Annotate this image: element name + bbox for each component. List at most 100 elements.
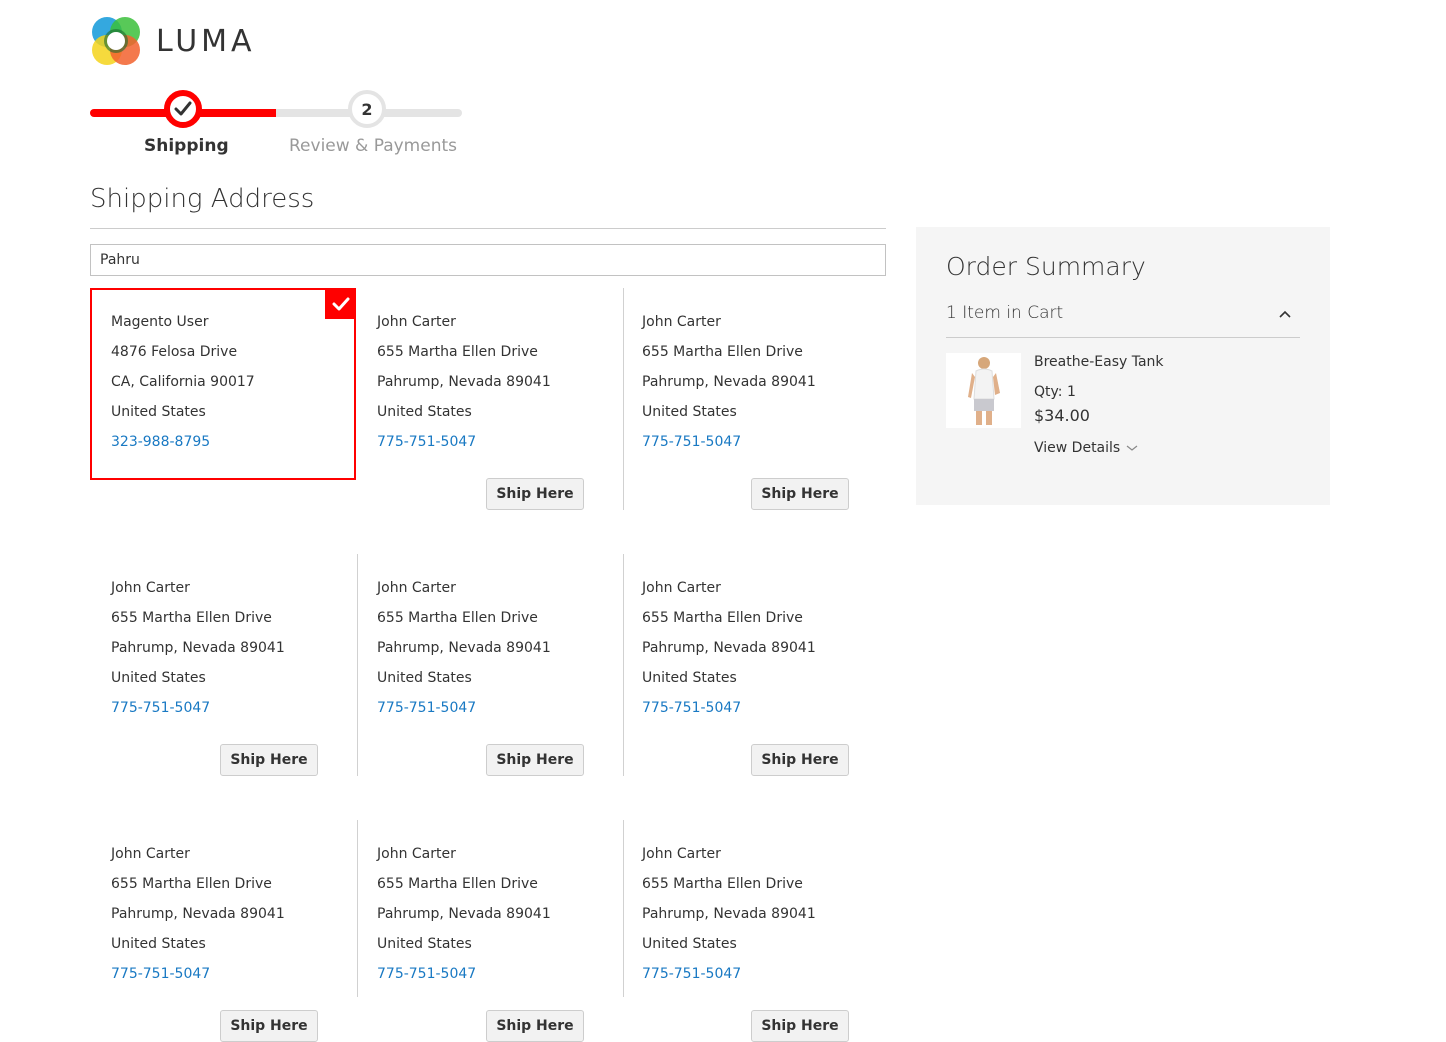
address-country: United States — [642, 936, 737, 952]
product-price: $34.00 — [1034, 406, 1090, 425]
address-street: 655 Martha Ellen Drive — [377, 610, 538, 626]
ship-here-button[interactable]: Ship Here — [486, 478, 584, 510]
address-street: 655 Martha Ellen Drive — [111, 876, 272, 892]
address-lines: John Carter 655 Martha Ellen Drive Pahrump… — [111, 839, 285, 989]
product-image — [946, 353, 1021, 428]
address-city: CA, California 90017 — [111, 374, 255, 390]
address-country: United States — [111, 670, 206, 686]
address-phone[interactable]: 323-988-8795 — [111, 427, 255, 457]
address-name: John Carter — [642, 580, 721, 596]
title-divider — [90, 228, 886, 229]
address-country: United States — [111, 404, 206, 420]
address-lines: John Carter 655 Martha Ellen Drive Pahrump… — [642, 839, 816, 989]
checkout-progress: 2 Shipping Review & Payments — [90, 90, 462, 170]
address-country: United States — [377, 670, 472, 686]
address-phone[interactable]: 775-751-5047 — [642, 693, 816, 723]
column-divider — [357, 820, 358, 997]
address-street: 655 Martha Ellen Drive — [642, 344, 803, 360]
address-card[interactable]: John Carter 655 Martha Ellen Drive Pahrump… — [356, 554, 622, 746]
address-card[interactable]: John Carter 655 Martha Ellen Drive Pahrump… — [90, 554, 356, 746]
address-name: John Carter — [642, 314, 721, 330]
address-city: Pahrump, Nevada 89041 — [642, 906, 816, 922]
product-name: Breathe-Easy Tank — [1034, 354, 1164, 370]
column-divider — [623, 288, 624, 510]
ship-here-button[interactable]: Ship Here — [751, 1010, 849, 1042]
address-card[interactable]: John Carter 655 Martha Ellen Drive Pahrump… — [621, 820, 887, 1012]
checkmark-icon — [174, 101, 192, 116]
address-name: John Carter — [377, 846, 456, 862]
address-country: United States — [642, 670, 737, 686]
address-name: John Carter — [377, 580, 456, 596]
chevron-up-icon — [1279, 310, 1291, 318]
address-lines: John Carter 655 Martha Ellen Drive Pahrump… — [111, 573, 285, 723]
address-phone[interactable]: 775-751-5047 — [111, 959, 285, 989]
order-summary-title: Order Summary — [946, 252, 1146, 281]
address-card[interactable]: John Carter 655 Martha Ellen Drive Pahrump… — [621, 288, 887, 480]
address-country: United States — [377, 404, 472, 420]
address-street: 655 Martha Ellen Drive — [377, 876, 538, 892]
address-street: 655 Martha Ellen Drive — [642, 610, 803, 626]
address-phone[interactable]: 775-751-5047 — [111, 693, 285, 723]
address-city: Pahrump, Nevada 89041 — [642, 374, 816, 390]
ship-here-button[interactable]: Ship Here — [220, 1010, 318, 1042]
address-city: Pahrump, Nevada 89041 — [377, 906, 551, 922]
selected-check-icon — [325, 288, 356, 319]
view-details-toggle[interactable]: View Details — [1034, 440, 1138, 456]
address-card[interactable]: John Carter 655 Martha Ellen Drive Pahrump… — [356, 288, 622, 480]
luma-logo[interactable]: LUMA — [90, 15, 256, 67]
address-lines: Magento User 4876 Felosa Drive CA, Califor… — [111, 307, 255, 457]
address-lines: John Carter 655 Martha Ellen Drive Pahrump… — [377, 573, 551, 723]
address-card[interactable]: John Carter 655 Martha Ellen Drive Pahrump… — [356, 820, 622, 1012]
address-phone[interactable]: 775-751-5047 — [377, 693, 551, 723]
address-phone[interactable]: 775-751-5047 — [377, 959, 551, 989]
address-country: United States — [111, 936, 206, 952]
column-divider — [623, 554, 624, 776]
address-city: Pahrump, Nevada 89041 — [111, 906, 285, 922]
address-name: John Carter — [111, 846, 190, 862]
product-qty: Qty: 1 — [1034, 384, 1076, 400]
ship-here-button[interactable]: Ship Here — [486, 1010, 584, 1042]
address-card-selected[interactable]: Magento User 4876 Felosa Drive CA, Califor… — [90, 288, 356, 480]
order-summary: Order Summary 1 Item in Cart Breathe-Eas… — [916, 227, 1330, 505]
ship-here-button[interactable]: Ship Here — [486, 744, 584, 776]
chevron-down-icon — [1126, 445, 1138, 451]
address-phone[interactable]: 775-751-5047 — [377, 427, 551, 457]
address-name: John Carter — [642, 846, 721, 862]
address-city: Pahrump, Nevada 89041 — [642, 640, 816, 656]
address-street: 655 Martha Ellen Drive — [111, 610, 272, 626]
address-phone[interactable]: 775-751-5047 — [642, 959, 816, 989]
step-shipping-indicator — [164, 90, 202, 128]
address-phone[interactable]: 775-751-5047 — [642, 427, 816, 457]
step-review-label[interactable]: Review & Payments — [289, 136, 457, 156]
address-country: United States — [377, 936, 472, 952]
brand-name: LUMA — [156, 23, 256, 59]
address-street: 655 Martha Ellen Drive — [377, 344, 538, 360]
ship-here-button[interactable]: Ship Here — [751, 744, 849, 776]
cart-items-toggle[interactable]: 1 Item in Cart — [946, 303, 1300, 338]
address-street: 4876 Felosa Drive — [111, 344, 238, 360]
address-lines: John Carter 655 Martha Ellen Drive Pahrump… — [377, 307, 551, 457]
address-search-input[interactable] — [90, 244, 886, 276]
address-card[interactable]: John Carter 655 Martha Ellen Drive Pahrump… — [621, 554, 887, 746]
column-divider — [623, 820, 624, 997]
address-name: John Carter — [111, 580, 190, 596]
address-lines: John Carter 655 Martha Ellen Drive Pahrump… — [642, 307, 816, 457]
cart-count: 1 Item in Cart — [946, 303, 1064, 323]
address-city: Pahrump, Nevada 89041 — [377, 640, 551, 656]
address-country: United States — [642, 404, 737, 420]
view-details-label: View Details — [1034, 440, 1121, 456]
ship-here-button[interactable]: Ship Here — [220, 744, 318, 776]
address-city: Pahrump, Nevada 89041 — [111, 640, 285, 656]
address-street: 655 Martha Ellen Drive — [642, 876, 803, 892]
address-lines: John Carter 655 Martha Ellen Drive Pahrump… — [642, 573, 816, 723]
page-title: Shipping Address — [90, 184, 315, 214]
column-divider — [357, 554, 358, 776]
step-shipping-label: Shipping — [144, 136, 229, 156]
address-name: John Carter — [377, 314, 456, 330]
address-city: Pahrump, Nevada 89041 — [377, 374, 551, 390]
step-review-indicator: 2 — [348, 90, 386, 128]
address-name: Magento User — [111, 314, 209, 330]
address-card[interactable]: John Carter 655 Martha Ellen Drive Pahrump… — [90, 820, 356, 1012]
ship-here-button[interactable]: Ship Here — [751, 478, 849, 510]
address-lines: John Carter 655 Martha Ellen Drive Pahrump… — [377, 839, 551, 989]
